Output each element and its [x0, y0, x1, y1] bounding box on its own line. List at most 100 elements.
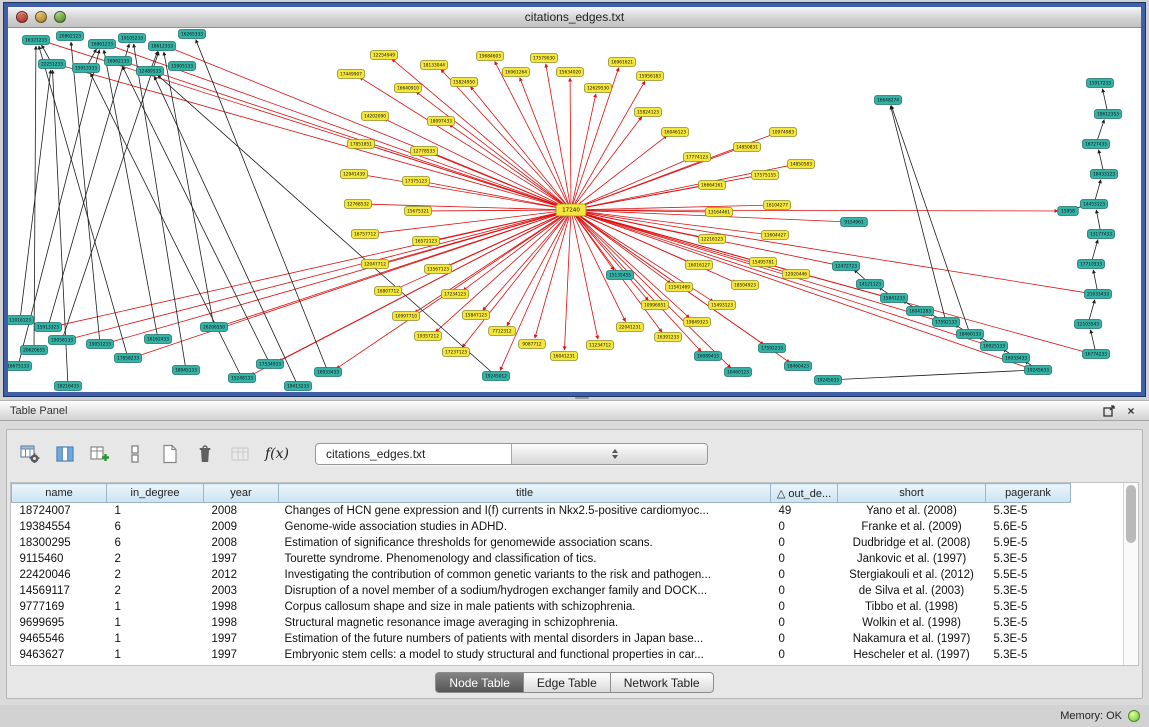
graph-node[interactable]: 20620655 [21, 346, 48, 355]
table-selector-dropdown[interactable]: citations_edges.txt [315, 443, 708, 465]
graph-node[interactable]: 12768532 [345, 200, 372, 209]
graph-node[interactable]: 10974983 [770, 128, 797, 137]
graph-node[interactable]: 16460123 [725, 368, 752, 377]
close-panel-icon[interactable]: × [1123, 404, 1139, 418]
function-builder-icon[interactable]: f(x) [262, 441, 292, 467]
column-header-pagerank[interactable]: pagerank [986, 484, 1071, 503]
graph-node[interactable]: 17858233 [115, 354, 142, 363]
graph-node[interactable]: 17774123 [684, 153, 711, 162]
graph-node[interactable]: 19245012 [483, 372, 510, 381]
graph-node[interactable]: 14453123 [1081, 200, 1108, 209]
graph-node[interactable]: 22041231 [617, 323, 644, 332]
graph-node[interactable]: 16041283 [907, 307, 934, 316]
table-row[interactable]: 1872400712008Changes of HCN gene express… [12, 503, 1071, 519]
graph-node[interactable]: 17237123 [443, 348, 470, 357]
citation-edge-red[interactable] [495, 61, 571, 210]
graph-node[interactable]: 10997710 [393, 312, 420, 321]
network-canvas[interactable]: 1724017449907122549491664091018133044158… [8, 28, 1141, 392]
graph-node[interactable]: 15824123 [635, 108, 662, 117]
graph-node[interactable]: 16391233 [655, 333, 682, 342]
column-header-in_degree[interactable]: in_degree [107, 484, 204, 503]
graph-node[interactable]: 12941439 [341, 170, 368, 179]
citation-edge-red[interactable] [571, 210, 625, 322]
graph-node[interactable]: 17592133 [933, 318, 960, 327]
column-header-name[interactable]: name [12, 484, 107, 503]
graph-node[interactable]: 16727433 [1083, 140, 1110, 149]
graph-node[interactable]: 16089433 [695, 352, 722, 361]
graph-node[interactable]: 18133044 [421, 61, 448, 70]
graph-node[interactable]: 18097433 [428, 117, 455, 126]
citation-edge-red[interactable] [507, 210, 571, 326]
column-header-title[interactable]: title [279, 484, 771, 503]
citation-edge-red[interactable] [224, 210, 571, 325]
graph-node[interactable]: 10996951 [642, 301, 669, 310]
citation-edge-black[interactable] [154, 76, 298, 386]
graph-node[interactable]: 9154961 [841, 218, 868, 227]
graph-node[interactable]: 15824950 [451, 78, 478, 87]
graph-node[interactable]: 16162433 [145, 335, 172, 344]
close-window-button[interactable] [16, 11, 28, 23]
table-row[interactable]: 969969511998Structural magnetic resonanc… [12, 615, 1071, 631]
graph-node[interactable]: 16962133 [105, 57, 132, 66]
citation-edge-red[interactable] [72, 210, 571, 339]
graph-node[interactable]: 11541469 [666, 283, 693, 292]
zoom-window-button[interactable] [54, 11, 66, 23]
graph-node[interactable]: 16961264 [503, 68, 530, 77]
graph-node[interactable]: 17592233 [759, 344, 786, 353]
graph-node[interactable]: 18433123 [1091, 170, 1118, 179]
graph-node[interactable]: 16925133 [981, 342, 1008, 351]
graph-node[interactable]: 12103543 [1075, 320, 1102, 329]
graph-node[interactable]: 18216433 [55, 382, 82, 391]
graph-node[interactable]: 12472723 [833, 262, 860, 271]
graph-node[interactable]: 17449907 [338, 70, 365, 79]
graph-node[interactable]: 15956183 [637, 72, 664, 81]
new-table-icon[interactable] [157, 441, 183, 467]
graph-node[interactable]: 26206550 [201, 323, 228, 332]
citation-edge-black[interactable] [48, 44, 129, 327]
graph-node[interactable]: 16664161 [699, 181, 726, 190]
graph-node[interactable]: 15958 [1058, 207, 1079, 216]
citation-edge-red[interactable] [571, 210, 736, 283]
graph-node[interactable]: 11604427 [762, 231, 789, 240]
graph-node[interactable]: 19849323 [684, 318, 711, 327]
graph-node[interactable]: 19105233 [119, 34, 146, 43]
citation-edge-red[interactable] [428, 210, 571, 211]
graph-node[interactable]: 18504923 [732, 281, 759, 290]
graph-node[interactable]: 19684603 [477, 52, 504, 61]
graph-node[interactable]: 16321233 [23, 36, 50, 45]
citation-edge-red[interactable] [447, 210, 571, 267]
graph-node[interactable]: 16961621 [609, 58, 636, 67]
graph-node[interactable]: 17534933 [257, 360, 284, 369]
graph-node[interactable]: 17234123 [442, 290, 469, 299]
graph-node[interactable]: 15847123 [463, 311, 490, 320]
graph-node[interactable]: 19413233 [285, 382, 312, 391]
graph-node[interactable]: 16757712 [352, 230, 379, 239]
table-row[interactable]: 946554611997Estimation of the future num… [12, 631, 1071, 647]
citation-edge-red[interactable] [570, 78, 571, 210]
citation-edge-red[interactable] [384, 119, 571, 210]
rows-icon[interactable] [122, 441, 148, 467]
graph-node[interactable]: 15495781 [750, 258, 777, 267]
graph-node[interactable]: 17579030 [531, 54, 558, 63]
graph-node[interactable]: 12254949 [371, 51, 398, 60]
graph-node[interactable]: 18612333 [149, 42, 176, 51]
graph-node[interactable]: 17375123 [403, 177, 430, 186]
graph-node[interactable]: 16933433 [315, 368, 342, 377]
column-header-year[interactable]: year [204, 484, 279, 503]
graph-node[interactable]: 11234712 [587, 341, 614, 350]
citation-edge-red[interactable] [546, 64, 571, 210]
graph-node[interactable]: 12489533 [137, 67, 164, 76]
citation-edge-red[interactable] [62, 66, 571, 210]
graph-node[interactable]: 12920446 [783, 270, 810, 279]
graph-node[interactable]: 18460423 [785, 362, 812, 371]
graph-node[interactable]: 14850583 [788, 160, 815, 169]
float-panel-icon[interactable] [1101, 404, 1117, 418]
citation-edge-red[interactable] [127, 63, 571, 210]
delete-icon[interactable] [192, 441, 218, 467]
graph-node[interactable]: 15917233 [1087, 79, 1114, 88]
table-row[interactable]: 1938455462009Genome-wide association stu… [12, 519, 1071, 535]
graph-node[interactable]: 12216123 [699, 235, 726, 244]
citation-network-graph[interactable]: 1724017449907122549491664091018133044158… [8, 28, 1141, 392]
citation-edge-black[interactable] [104, 50, 158, 339]
show-columns-icon[interactable] [52, 441, 78, 467]
